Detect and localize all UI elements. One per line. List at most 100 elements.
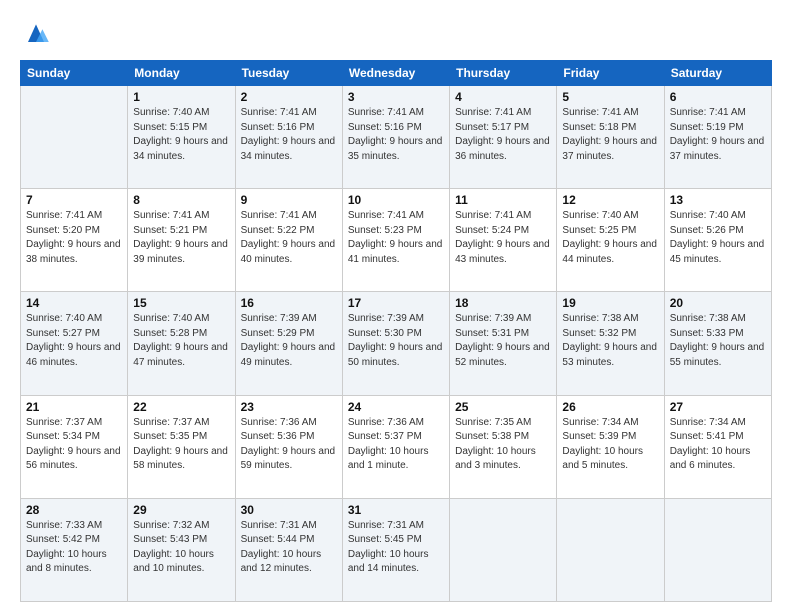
cell-date: 27 bbox=[670, 400, 766, 414]
calendar-day-header: Wednesday bbox=[342, 61, 449, 86]
calendar-cell: 28 Sunrise: 7:33 AMSunset: 5:42 PMDayligh… bbox=[21, 498, 128, 601]
cell-info: Sunrise: 7:33 AMSunset: 5:42 PMDaylight:… bbox=[26, 519, 122, 577]
calendar-cell: 16Sunrise: 7:39 AMSunset: 5:29 PMDayligh… bbox=[235, 292, 342, 395]
cell-info: Sunrise: 7:41 AMSunset: 5:24 PMDaylight:… bbox=[455, 209, 551, 267]
calendar-cell: 31 Sunrise: 7:31 AMSunset: 5:45 PMDayligh… bbox=[342, 498, 449, 601]
calendar-cell: 29 Sunrise: 7:32 AMSunset: 5:43 PMDayligh… bbox=[128, 498, 235, 601]
cell-info: Sunrise: 7:36 AMSunset: 5:36 PMDaylight:… bbox=[241, 416, 337, 474]
calendar-cell bbox=[557, 498, 664, 601]
calendar-cell: 10 Sunrise: 7:41 AMSunset: 5:23 PMDayligh… bbox=[342, 189, 449, 292]
header bbox=[20, 18, 772, 50]
cell-date: 15 bbox=[133, 296, 229, 310]
logo-icon bbox=[20, 18, 52, 50]
calendar-cell: 27 Sunrise: 7:34 AMSunset: 5:41 PMDayligh… bbox=[664, 395, 771, 498]
cell-info: Sunrise: 7:41 AMSunset: 5:20 PMDaylight:… bbox=[26, 209, 122, 267]
cell-info: Sunrise: 7:40 AMSunset: 5:25 PMDaylight:… bbox=[562, 209, 658, 267]
calendar-cell: 7 Sunrise: 7:41 AMSunset: 5:20 PMDaylight… bbox=[21, 189, 128, 292]
calendar-cell: 19 Sunrise: 7:38 AMSunset: 5:32 PMDayligh… bbox=[557, 292, 664, 395]
calendar-cell: 17 Sunrise: 7:39 AMSunset: 5:30 PMDayligh… bbox=[342, 292, 449, 395]
cell-date: 17 bbox=[348, 296, 444, 310]
calendar-day-header: Tuesday bbox=[235, 61, 342, 86]
calendar-cell: 21 Sunrise: 7:37 AMSunset: 5:34 PMDayligh… bbox=[21, 395, 128, 498]
calendar-week-row: 7 Sunrise: 7:41 AMSunset: 5:20 PMDaylight… bbox=[21, 189, 772, 292]
calendar-cell: 25 Sunrise: 7:35 AMSunset: 5:38 PMDayligh… bbox=[450, 395, 557, 498]
cell-date: 21 bbox=[26, 400, 122, 414]
calendar-cell: 5 Sunrise: 7:41 AMSunset: 5:18 PMDaylight… bbox=[557, 86, 664, 189]
calendar-day-header: Friday bbox=[557, 61, 664, 86]
cell-info: Sunrise: 7:41 AMSunset: 5:22 PMDaylight:… bbox=[241, 209, 337, 267]
calendar-day-header: Sunday bbox=[21, 61, 128, 86]
cell-info: Sunrise: 7:41 AMSunset: 5:23 PMDaylight:… bbox=[348, 209, 444, 267]
calendar-week-row: 14Sunrise: 7:40 AMSunset: 5:27 PMDayligh… bbox=[21, 292, 772, 395]
cell-date: 3 bbox=[348, 90, 444, 104]
calendar-day-header: Thursday bbox=[450, 61, 557, 86]
calendar-cell: 24 Sunrise: 7:36 AMSunset: 5:37 PMDayligh… bbox=[342, 395, 449, 498]
calendar-cell: 14Sunrise: 7:40 AMSunset: 5:27 PMDayligh… bbox=[21, 292, 128, 395]
cell-info: Sunrise: 7:37 AMSunset: 5:34 PMDaylight:… bbox=[26, 416, 122, 474]
calendar-week-row: 28 Sunrise: 7:33 AMSunset: 5:42 PMDayligh… bbox=[21, 498, 772, 601]
calendar-cell bbox=[21, 86, 128, 189]
cell-date: 18 bbox=[455, 296, 551, 310]
cell-info: Sunrise: 7:39 AMSunset: 5:29 PMDaylight:… bbox=[241, 312, 337, 370]
cell-info: Sunrise: 7:40 AMSunset: 5:26 PMDaylight:… bbox=[670, 209, 766, 267]
cell-info: Sunrise: 7:40 AMSunset: 5:27 PMDaylight:… bbox=[26, 312, 122, 370]
calendar-cell: 2Sunrise: 7:41 AMSunset: 5:16 PMDaylight… bbox=[235, 86, 342, 189]
cell-date: 6 bbox=[670, 90, 766, 104]
calendar-cell: 11Sunrise: 7:41 AMSunset: 5:24 PMDayligh… bbox=[450, 189, 557, 292]
cell-date: 10 bbox=[348, 193, 444, 207]
cell-date: 9 bbox=[241, 193, 337, 207]
cell-date: 23 bbox=[241, 400, 337, 414]
calendar-cell: 20Sunrise: 7:38 AMSunset: 5:33 PMDayligh… bbox=[664, 292, 771, 395]
cell-info: Sunrise: 7:36 AMSunset: 5:37 PMDaylight:… bbox=[348, 416, 444, 474]
cell-date: 19 bbox=[562, 296, 658, 310]
cell-date: 31 bbox=[348, 503, 444, 517]
cell-info: Sunrise: 7:41 AMSunset: 5:18 PMDaylight:… bbox=[562, 106, 658, 164]
cell-date: 8 bbox=[133, 193, 229, 207]
calendar-cell: 30 Sunrise: 7:31 AMSunset: 5:44 PMDayligh… bbox=[235, 498, 342, 601]
cell-date: 29 bbox=[133, 503, 229, 517]
cell-date: 24 bbox=[348, 400, 444, 414]
calendar-cell: 26 Sunrise: 7:34 AMSunset: 5:39 PMDayligh… bbox=[557, 395, 664, 498]
calendar-cell: 13Sunrise: 7:40 AMSunset: 5:26 PMDayligh… bbox=[664, 189, 771, 292]
cell-info: Sunrise: 7:37 AMSunset: 5:35 PMDaylight:… bbox=[133, 416, 229, 474]
cell-info: Sunrise: 7:40 AMSunset: 5:28 PMDaylight:… bbox=[133, 312, 229, 370]
cell-date: 4 bbox=[455, 90, 551, 104]
cell-info: Sunrise: 7:35 AMSunset: 5:38 PMDaylight:… bbox=[455, 416, 551, 474]
cell-info: Sunrise: 7:38 AMSunset: 5:32 PMDaylight:… bbox=[562, 312, 658, 370]
calendar-table: SundayMondayTuesdayWednesdayThursdayFrid… bbox=[20, 60, 772, 602]
cell-info: Sunrise: 7:39 AMSunset: 5:31 PMDaylight:… bbox=[455, 312, 551, 370]
calendar-cell bbox=[664, 498, 771, 601]
cell-info: Sunrise: 7:39 AMSunset: 5:30 PMDaylight:… bbox=[348, 312, 444, 370]
cell-info: Sunrise: 7:41 AMSunset: 5:16 PMDaylight:… bbox=[348, 106, 444, 164]
calendar-week-row: 21 Sunrise: 7:37 AMSunset: 5:34 PMDayligh… bbox=[21, 395, 772, 498]
cell-info: Sunrise: 7:41 AMSunset: 5:17 PMDaylight:… bbox=[455, 106, 551, 164]
calendar-cell: 12 Sunrise: 7:40 AMSunset: 5:25 PMDayligh… bbox=[557, 189, 664, 292]
cell-info: Sunrise: 7:34 AMSunset: 5:39 PMDaylight:… bbox=[562, 416, 658, 474]
cell-info: Sunrise: 7:31 AMSunset: 5:44 PMDaylight:… bbox=[241, 519, 337, 577]
cell-date: 28 bbox=[26, 503, 122, 517]
cell-info: Sunrise: 7:41 AMSunset: 5:19 PMDaylight:… bbox=[670, 106, 766, 164]
cell-date: 5 bbox=[562, 90, 658, 104]
cell-date: 30 bbox=[241, 503, 337, 517]
cell-info: Sunrise: 7:38 AMSunset: 5:33 PMDaylight:… bbox=[670, 312, 766, 370]
cell-info: Sunrise: 7:32 AMSunset: 5:43 PMDaylight:… bbox=[133, 519, 229, 577]
cell-date: 22 bbox=[133, 400, 229, 414]
calendar-cell: 1Sunrise: 7:40 AMSunset: 5:15 PMDaylight… bbox=[128, 86, 235, 189]
calendar-header-row: SundayMondayTuesdayWednesdayThursdayFrid… bbox=[21, 61, 772, 86]
cell-date: 1 bbox=[133, 90, 229, 104]
logo bbox=[20, 18, 56, 50]
calendar-cell: 22 Sunrise: 7:37 AMSunset: 5:35 PMDayligh… bbox=[128, 395, 235, 498]
cell-info: Sunrise: 7:34 AMSunset: 5:41 PMDaylight:… bbox=[670, 416, 766, 474]
page: SundayMondayTuesdayWednesdayThursdayFrid… bbox=[0, 0, 792, 612]
calendar-cell: 3 Sunrise: 7:41 AMSunset: 5:16 PMDaylight… bbox=[342, 86, 449, 189]
calendar-cell bbox=[450, 498, 557, 601]
cell-date: 12 bbox=[562, 193, 658, 207]
calendar-day-header: Monday bbox=[128, 61, 235, 86]
calendar-cell: 15 Sunrise: 7:40 AMSunset: 5:28 PMDayligh… bbox=[128, 292, 235, 395]
calendar-cell: 9 Sunrise: 7:41 AMSunset: 5:22 PMDaylight… bbox=[235, 189, 342, 292]
calendar-cell: 18 Sunrise: 7:39 AMSunset: 5:31 PMDayligh… bbox=[450, 292, 557, 395]
cell-date: 26 bbox=[562, 400, 658, 414]
cell-date: 7 bbox=[26, 193, 122, 207]
cell-date: 25 bbox=[455, 400, 551, 414]
cell-info: Sunrise: 7:31 AMSunset: 5:45 PMDaylight:… bbox=[348, 519, 444, 577]
